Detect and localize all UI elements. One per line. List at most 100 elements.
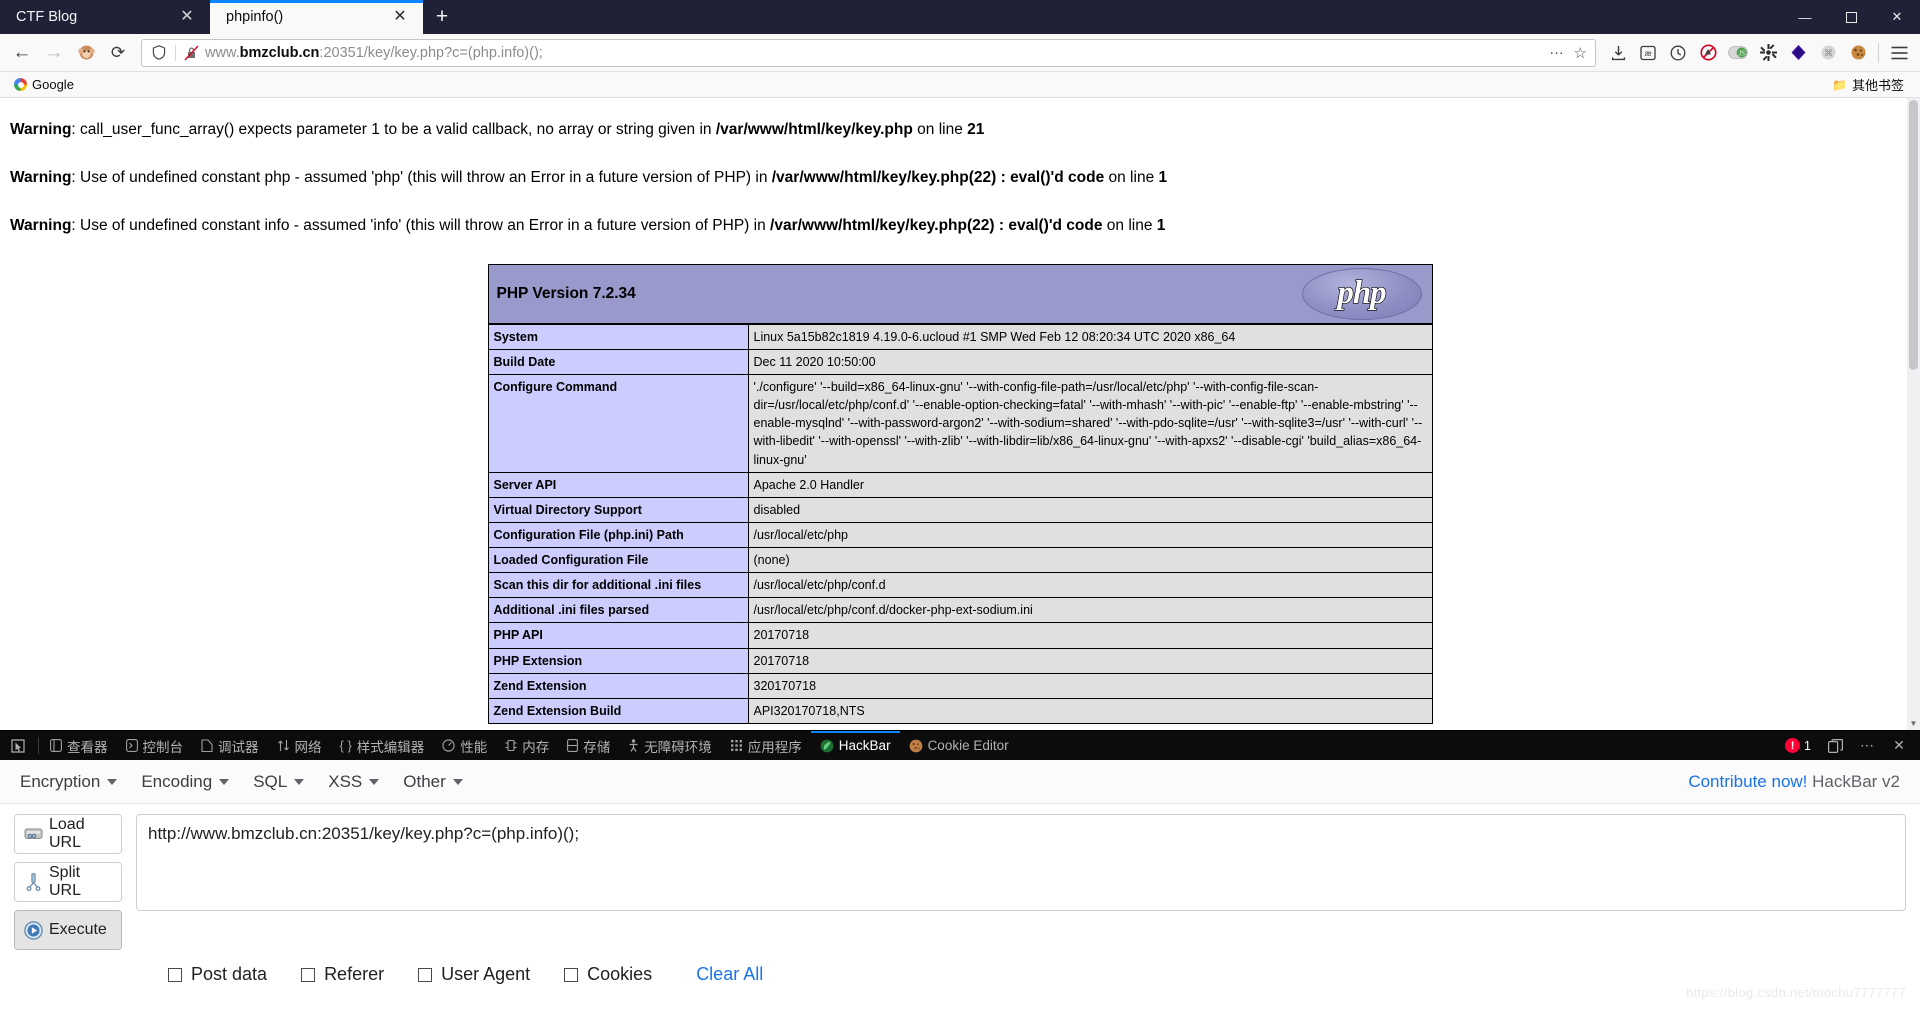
devtools-tab-memory[interactable]: 内存 xyxy=(496,731,558,760)
browser-tab-phpinfo[interactable]: phpinfo() ✕ xyxy=(210,0,423,34)
adblock-icon[interactable] xyxy=(1693,38,1723,68)
button-label: Execute xyxy=(49,921,107,938)
back-button[interactable]: ← xyxy=(6,38,38,68)
clear-all-button[interactable]: Clear All xyxy=(696,964,763,985)
page-actions-icon[interactable]: … xyxy=(1545,41,1574,64)
scrollbar-thumb[interactable] xyxy=(1909,100,1918,370)
user-agent-option[interactable]: User Agent xyxy=(418,964,530,985)
downloads-icon[interactable] xyxy=(1603,38,1633,68)
close-icon[interactable]: ✕ xyxy=(389,6,411,28)
row-key: Build Date xyxy=(487,348,749,376)
row-value: API320170718,NTS xyxy=(747,697,1433,724)
maximize-icon[interactable] xyxy=(1828,0,1874,34)
referer-checkbox[interactable] xyxy=(301,967,316,982)
table-row: Zend Extension 320170718 xyxy=(487,672,1433,699)
cookie-icon[interactable] xyxy=(1843,38,1873,68)
devtools-tab-cookie-editor[interactable]: Cookie Editor xyxy=(900,731,1018,760)
divider xyxy=(175,44,176,61)
devtools-tab-storage[interactable]: 存储 xyxy=(558,731,619,760)
close-icon[interactable]: ✕ xyxy=(176,6,198,28)
storage-icon xyxy=(567,739,579,752)
address-bar[interactable]: www.bmzclub.cn:20351/key/key.php?c=(php.… xyxy=(141,38,1596,67)
shield-icon[interactable] xyxy=(148,45,170,60)
devtools-tab-label: 控制台 xyxy=(142,739,184,755)
inspector-icon xyxy=(50,739,62,752)
php-warning-1: Warning: call_user_func_array() expects … xyxy=(10,121,985,138)
php-warning-3: Warning: Use of undefined constant info … xyxy=(10,216,1166,234)
load-url-button[interactable]: Load URL xyxy=(14,814,122,854)
noscript-icon[interactable]: JS xyxy=(1723,38,1753,68)
cookies-option[interactable]: Cookies xyxy=(564,964,652,985)
foxyproxy-icon[interactable]: ⌘ xyxy=(1813,38,1843,68)
chevron-down-icon xyxy=(107,778,118,785)
url-input[interactable] xyxy=(136,814,1906,911)
devtools-tab-accessibility[interactable]: 无障碍环境 xyxy=(619,731,721,760)
close-devtools-icon[interactable]: ✕ xyxy=(1884,731,1914,761)
devtools-tab-debugger[interactable]: 调试器 xyxy=(192,731,268,760)
error-count-badge[interactable]: ! 1 xyxy=(1785,738,1811,753)
devtools-tab-performance[interactable]: 性能 xyxy=(433,731,496,760)
more-options-icon[interactable]: ⋯ xyxy=(1852,731,1882,761)
toolbar-extension-icons: æ JS ⌘ xyxy=(1603,38,1914,68)
scroll-down-icon[interactable]: ▼ xyxy=(1907,717,1920,730)
cookie-icon xyxy=(909,739,923,753)
divider xyxy=(1878,42,1879,63)
referer-option[interactable]: Referer xyxy=(301,964,384,985)
warning-text: call_user_func_array() expects parameter… xyxy=(80,121,716,138)
hackbar-menu-sql[interactable]: SQL xyxy=(241,766,316,798)
page-scrollbar[interactable]: ▲ ▼ xyxy=(1907,98,1920,730)
bookmark-label: Google xyxy=(32,77,74,92)
row-key: Configuration File (php.ini) Path xyxy=(487,521,749,549)
split-url-button[interactable]: Split URL xyxy=(14,862,122,902)
bookmark-google[interactable]: Google xyxy=(8,77,80,92)
devtools-tab-console[interactable]: 控制台 xyxy=(117,731,193,760)
new-tab-button[interactable]: + xyxy=(423,0,461,34)
table-row: Zend Extension Build API320170718,NTS xyxy=(487,697,1433,724)
warning-path: /var/www/html/key/key.php(22) : eval()'d… xyxy=(770,216,1103,234)
row-key: Zend Extension xyxy=(487,672,749,699)
browser-tab-ctf-blog[interactable]: CTF Blog ✕ xyxy=(0,0,210,34)
row-key: Additional .ini files parsed xyxy=(487,597,749,624)
devtools-tab-inspector[interactable]: 查看器 xyxy=(41,731,117,760)
bookmarks-bar: Google 📁 其他书签 xyxy=(0,72,1920,98)
devtools-tab-style-editor[interactable]: { } 样式编辑器 xyxy=(331,731,434,760)
execute-button[interactable]: Execute xyxy=(14,910,122,950)
minimize-icon[interactable]: — xyxy=(1782,0,1828,34)
hackbar-menu-encoding[interactable]: Encoding xyxy=(129,766,241,798)
devtools-tab-hackbar[interactable]: HackBar xyxy=(810,731,900,760)
post-data-checkbox[interactable] xyxy=(168,967,182,982)
chevron-down-icon xyxy=(294,778,305,785)
contribute-link[interactable]: Contribute now! xyxy=(1688,772,1807,791)
bookmark-other-folder[interactable]: 📁 其他书签 xyxy=(1832,75,1912,94)
hackbar-version-area: Contribute now! HackBar v2 xyxy=(1688,772,1912,792)
user-agent-checkbox[interactable] xyxy=(418,967,433,982)
row-value: Dec 11 2020 10:50:00 xyxy=(747,348,1433,376)
devtools-tab-label: 存储 xyxy=(583,739,611,755)
dock-toggle-icon[interactable] xyxy=(1820,731,1850,761)
pocket-icon[interactable]: æ xyxy=(1633,38,1663,68)
hackbar-icon[interactable] xyxy=(1783,38,1813,68)
post-data-option[interactable]: Post data xyxy=(168,964,267,985)
history-icon[interactable] xyxy=(1663,38,1693,68)
hamburger-menu-icon[interactable] xyxy=(1884,38,1914,68)
reload-button[interactable]: ⟳ xyxy=(102,38,134,68)
devtools-tab-label: Cookie Editor xyxy=(927,738,1009,753)
hackbar-menu-other[interactable]: Other xyxy=(391,766,475,798)
row-value: Linux 5a15b82c1819 4.19.0-6.ucloud #1 SM… xyxy=(747,323,1433,350)
close-icon[interactable]: ✕ xyxy=(1874,0,1920,34)
tab-strip: CTF Blog ✕ phpinfo() ✕ + — ✕ xyxy=(0,0,1920,34)
page-content: Warning: call_user_func_array() expects … xyxy=(0,98,1920,730)
broken-lock-icon[interactable] xyxy=(181,45,201,61)
hackbar-menu-encryption[interactable]: Encryption xyxy=(8,766,129,798)
devtools-tab-application[interactable]: 应用程序 xyxy=(721,731,811,760)
monkey-extension-icon[interactable] xyxy=(70,38,102,68)
element-picker-icon[interactable] xyxy=(0,731,36,760)
table-row: Server API Apache 2.0 Handler xyxy=(487,471,1433,498)
devtools-tab-network[interactable]: 网络 xyxy=(268,731,331,760)
hackbar-menu-xss[interactable]: XSS xyxy=(316,766,391,798)
bookmark-star-icon[interactable]: ☆ xyxy=(1574,44,1589,62)
cookies-checkbox[interactable] xyxy=(564,967,579,982)
wappalyzer-icon[interactable] xyxy=(1753,38,1783,68)
forward-button[interactable]: → xyxy=(38,38,70,68)
row-value: disabled xyxy=(747,496,1433,523)
